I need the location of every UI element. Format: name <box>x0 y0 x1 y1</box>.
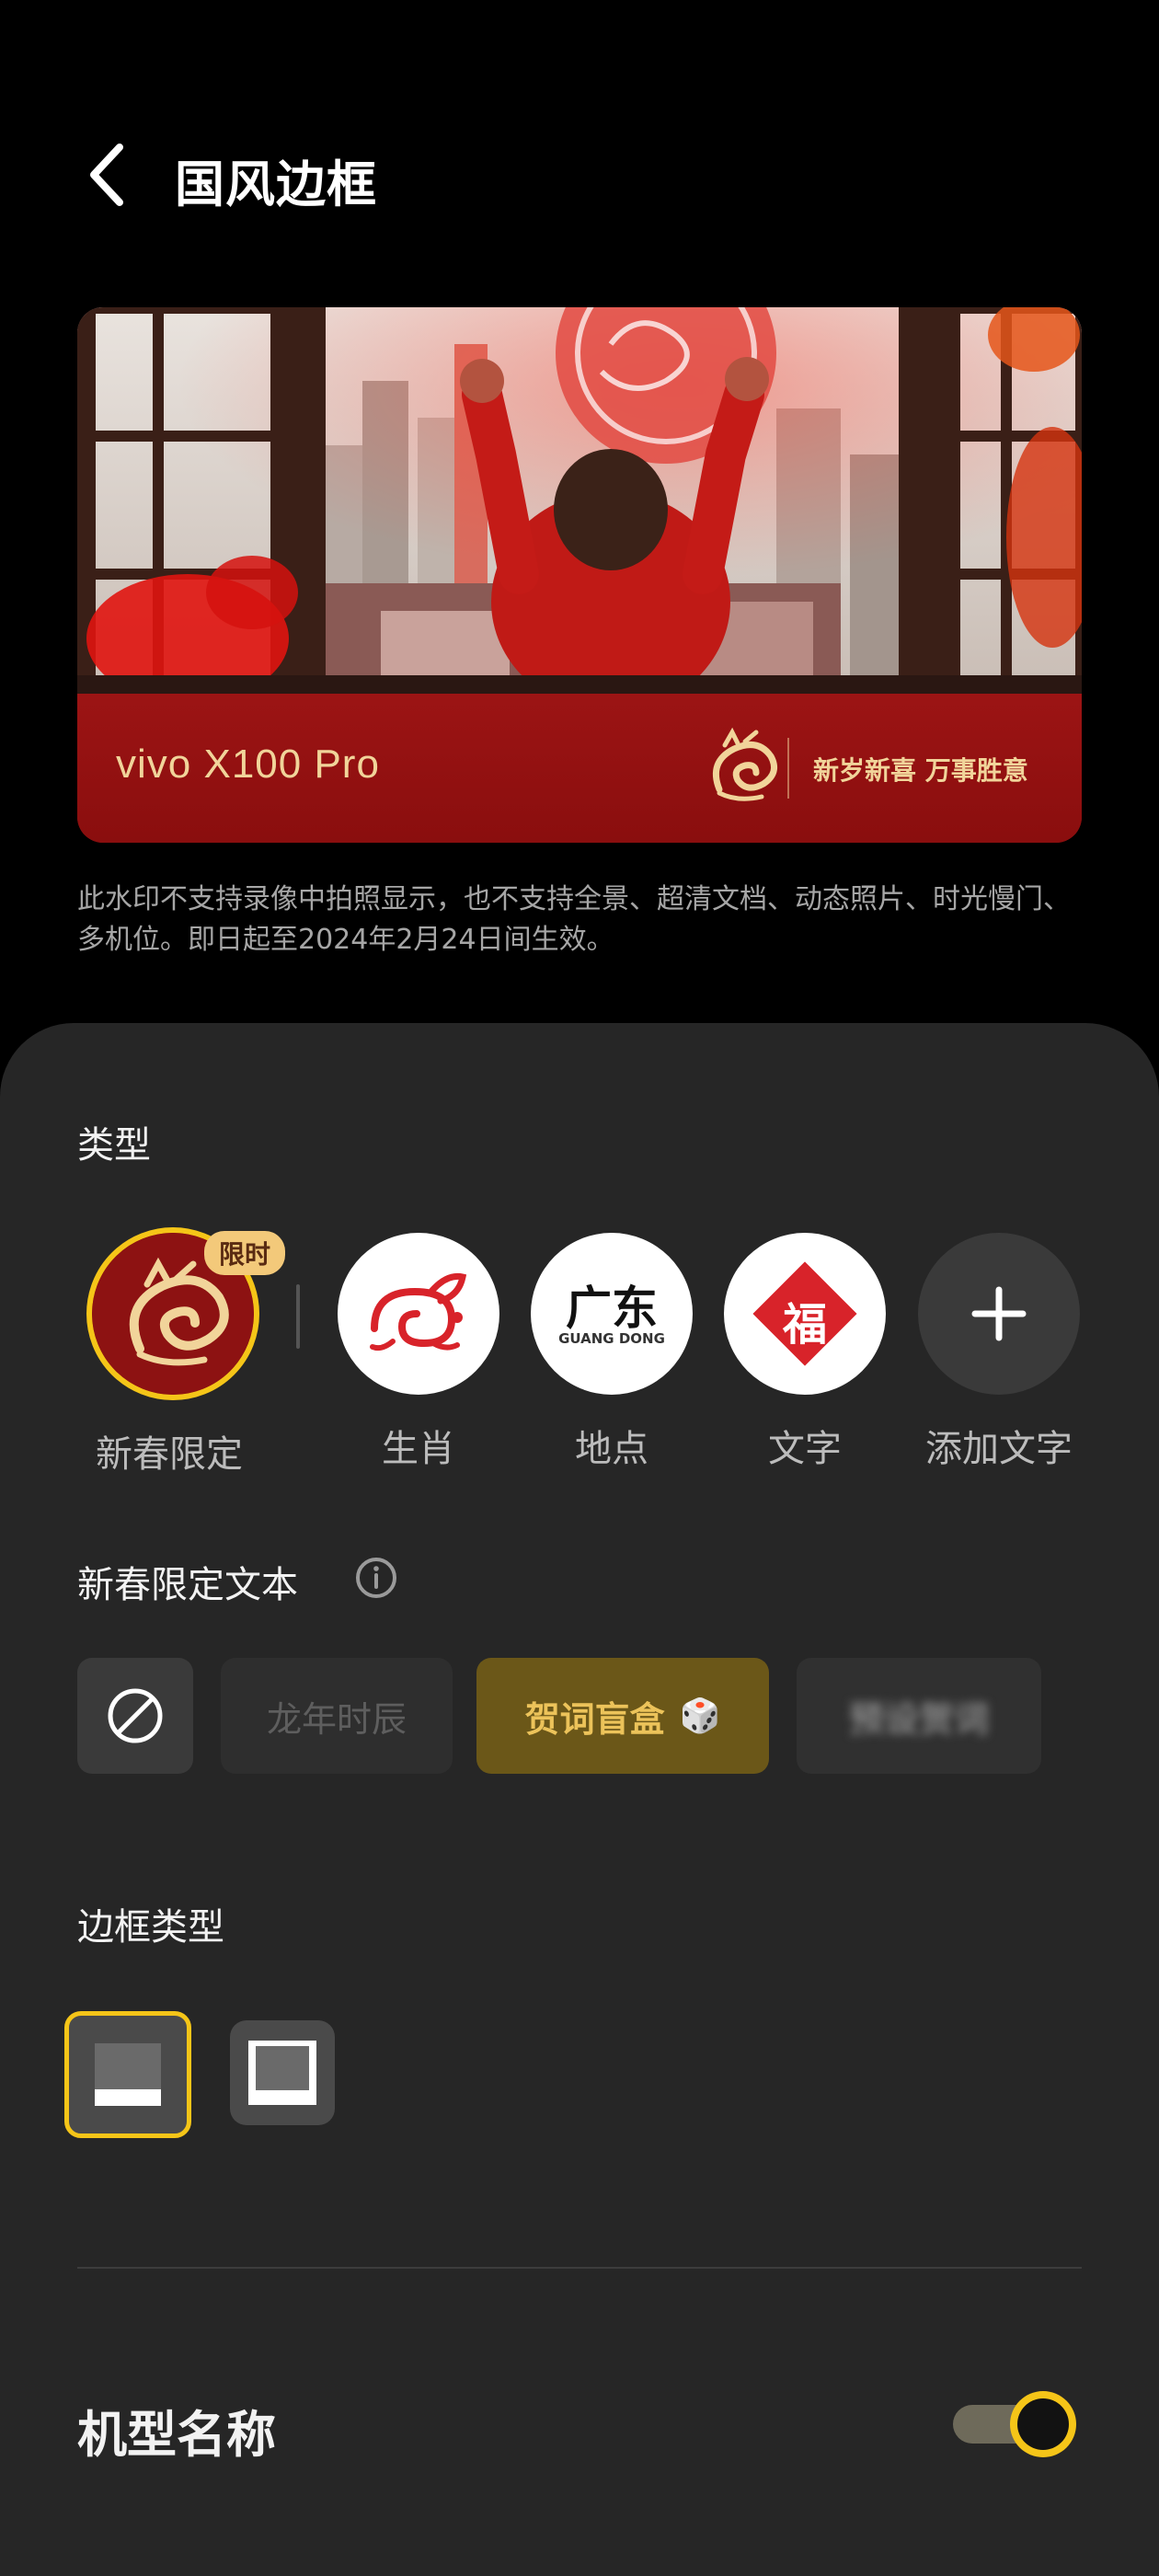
border-bottom-icon <box>95 2043 161 2106</box>
slogan-text: 新岁新喜 万事胜意 <box>813 755 1028 786</box>
frame-divider <box>787 738 789 799</box>
header: 国风边框 <box>0 0 1159 276</box>
device-model-text: vivo X100 Pro <box>116 742 380 787</box>
border-full-icon <box>248 2041 316 2105</box>
text-option-label: 龙年时辰 <box>266 1698 407 1740</box>
type-divider <box>296 1284 300 1349</box>
border-option-full-frame[interactable] <box>230 2020 335 2125</box>
fu-glyph: 福 <box>782 1299 827 1351</box>
info-icon[interactable] <box>353 1555 399 1601</box>
text-option-dragon-hour[interactable]: 龙年时辰 <box>221 1658 453 1774</box>
text-option-more[interactable]: 预设贺词 <box>797 1658 1041 1774</box>
type-section-label: 类型 <box>77 1124 151 1167</box>
type-item-zodiac[interactable]: 生肖 <box>336 1233 501 1472</box>
border-option-bottom-bar[interactable] <box>64 2011 191 2138</box>
model-name-label: 机型名称 <box>77 2406 276 2464</box>
text-section-label: 新春限定文本 <box>77 1564 298 1606</box>
plus-icon <box>918 1233 1080 1395</box>
model-name-toggle[interactable] <box>953 2383 1082 2466</box>
type-label: 添加文字 <box>925 1428 1073 1470</box>
border-section-label: 边框类型 <box>77 1906 224 1949</box>
limited-badge: 限时 <box>204 1231 286 1275</box>
page-title: 国风边框 <box>175 155 377 213</box>
guangdong-logo-text: 广东 <box>566 1281 658 1335</box>
type-item-add-text[interactable]: 添加文字 <box>916 1233 1082 1472</box>
preview-photo <box>77 307 1082 694</box>
back-icon[interactable] <box>85 138 131 212</box>
text-option-label: 预设贺词 <box>848 1698 989 1740</box>
guangdong-icon: 广东 GUANG DONG <box>531 1233 693 1395</box>
text-option-label: 贺词盲盒 <box>524 1698 665 1740</box>
type-label: 新春限定 <box>96 1433 243 1476</box>
type-label: 生肖 <box>382 1428 455 1470</box>
watermark-notice: 此水印不支持录像中拍照显示，也不支持全景、超清文档、动态照片、时光慢门、多机位。… <box>77 883 1071 956</box>
watermark-preview: vivo X100 Pro 新岁新喜 万事胜意 <box>77 307 1082 843</box>
fu-icon: 福 <box>724 1233 886 1395</box>
type-item-text[interactable]: 福 文字 <box>722 1233 888 1472</box>
section-divider <box>77 2267 1082 2269</box>
none-icon <box>108 1688 163 1743</box>
dragon-logo-icon <box>713 727 778 801</box>
type-label: 地点 <box>575 1428 648 1470</box>
watermark-frame-bar: vivo X100 Pro 新岁新喜 万事胜意 <box>77 694 1082 843</box>
text-option-blessing-box[interactable]: 贺词盲盒 🎲 <box>476 1658 769 1774</box>
type-label: 文字 <box>768 1428 842 1470</box>
type-item-location[interactable]: 广东 GUANG DONG 地点 <box>529 1233 694 1472</box>
rabbit-icon <box>338 1233 499 1395</box>
dice-icon: 🎲 <box>679 1697 721 1735</box>
guangdong-logo-subtext: GUANG DONG <box>558 1330 665 1347</box>
text-option-none[interactable] <box>77 1658 193 1774</box>
